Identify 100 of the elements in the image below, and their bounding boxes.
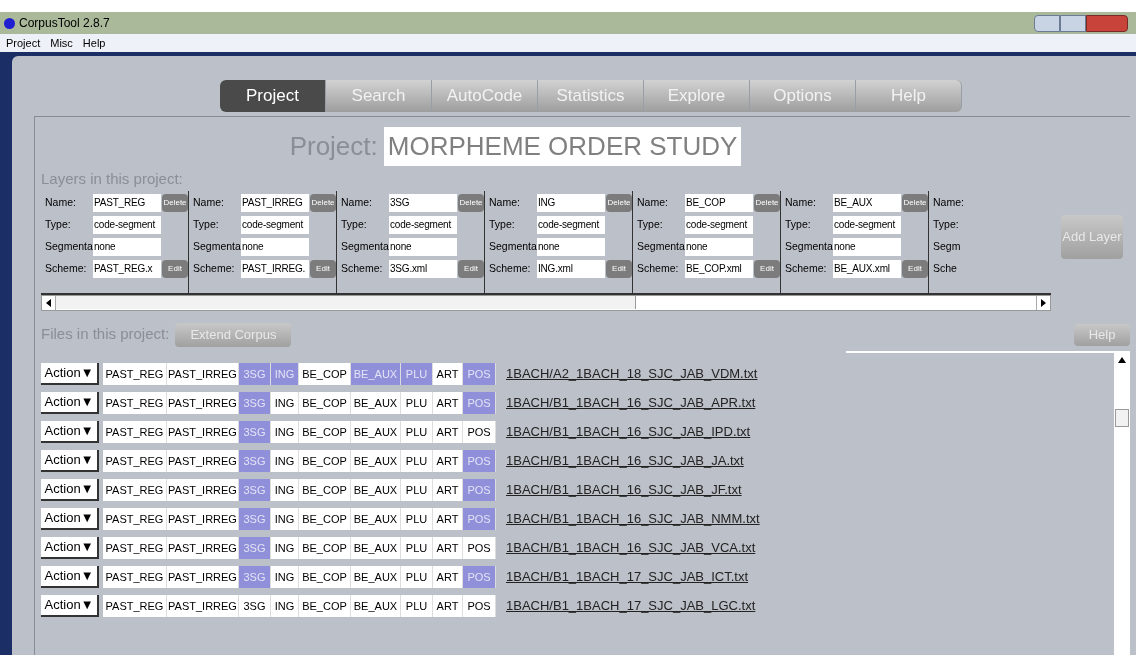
action-dropdown[interactable]: Action▼ — [41, 391, 99, 414]
delete-button[interactable]: Delete — [902, 194, 928, 212]
edit-button[interactable]: Edit — [310, 260, 336, 278]
scroll-thumb[interactable] — [56, 296, 636, 309]
delete-button[interactable]: Delete — [606, 194, 632, 212]
text-field[interactable]: 3SG.xml — [389, 260, 457, 278]
code-tag[interactable]: ART — [433, 507, 463, 530]
text-field[interactable]: PAST_IRREG. — [241, 260, 309, 278]
text-field[interactable]: none — [241, 238, 309, 256]
code-tag[interactable]: BE_AUX — [351, 507, 401, 530]
file-link[interactable]: 1BACH/B1_1BACH_17_SJC_JAB_LGC.txt — [506, 595, 756, 616]
action-dropdown[interactable]: Action▼ — [41, 420, 99, 443]
tab[interactable]: Project — [220, 80, 326, 112]
code-tag[interactable]: BE_COP — [299, 478, 351, 501]
code-tag[interactable]: ART — [433, 536, 463, 559]
code-tag[interactable]: BE_COP — [299, 536, 351, 559]
text-field[interactable]: 3SG — [389, 194, 457, 212]
code-tag[interactable]: PLU — [401, 594, 433, 617]
maximize-button[interactable] — [1060, 14, 1086, 32]
text-field[interactable]: PAST_IRREG — [241, 194, 309, 212]
code-tag[interactable]: PAST_REG — [103, 449, 167, 472]
file-link[interactable]: 1BACH/B1_1BACH_16_SJC_JAB_NMM.txt — [506, 508, 760, 529]
code-tag[interactable]: BE_AUX — [351, 594, 401, 617]
text-field[interactable]: none — [685, 238, 753, 256]
code-tag[interactable]: BE_COP — [299, 420, 351, 443]
text-field[interactable]: BE_COP — [685, 194, 753, 212]
file-link[interactable]: 1BACH/A2_1BACH_18_SJC_JAB_VDM.txt — [506, 363, 758, 384]
code-tag[interactable]: PAST_IRREG — [167, 536, 239, 559]
code-tag[interactable]: PLU — [401, 420, 433, 443]
code-tag[interactable]: BE_AUX — [351, 536, 401, 559]
code-tag[interactable]: ING — [271, 391, 299, 414]
action-dropdown[interactable]: Action▼ — [41, 536, 99, 559]
text-field[interactable]: none — [93, 238, 161, 256]
text-field[interactable]: PAST_REG — [93, 194, 161, 212]
code-tag[interactable]: BE_COP — [299, 594, 351, 617]
action-dropdown[interactable]: Action▼ — [41, 565, 99, 588]
vertical-scrollbar[interactable] — [1114, 352, 1130, 655]
code-tag[interactable]: PAST_REG — [103, 420, 167, 443]
text-field[interactable]: BE_AUX.xml — [833, 260, 901, 278]
text-field[interactable]: code-segment — [537, 216, 605, 234]
edit-button[interactable]: Edit — [458, 260, 484, 278]
minimize-button[interactable] — [1034, 14, 1060, 32]
text-field[interactable]: ING — [537, 194, 605, 212]
file-link[interactable]: 1BACH/B1_1BACH_16_SJC_JAB_JA.txt — [506, 450, 744, 471]
code-tag[interactable]: BE_AUX — [351, 565, 401, 588]
text-field[interactable]: none — [537, 238, 605, 256]
code-tag[interactable]: PAST_IRREG — [167, 507, 239, 530]
code-tag[interactable]: ING — [271, 594, 299, 617]
project-name-field[interactable]: MORPHEME ORDER STUDY — [383, 127, 742, 166]
action-dropdown[interactable]: Action▼ — [41, 449, 99, 472]
file-link[interactable]: 1BACH/B1_1BACH_17_SJC_JAB_ICT.txt — [506, 566, 749, 587]
action-dropdown[interactable]: Action▼ — [41, 478, 99, 501]
text-field[interactable]: PAST_REG.x — [93, 260, 161, 278]
text-field[interactable]: code-segment — [685, 216, 753, 234]
scroll-thumb[interactable] — [1115, 408, 1129, 427]
delete-button[interactable]: Delete — [754, 194, 780, 212]
edit-button[interactable]: Edit — [754, 260, 780, 278]
edit-button[interactable]: Edit — [606, 260, 632, 278]
code-tag[interactable]: PAST_IRREG — [167, 565, 239, 588]
code-tag[interactable]: ING — [271, 420, 299, 443]
code-tag[interactable]: PLU — [401, 565, 433, 588]
text-field[interactable]: code-segment — [93, 216, 161, 234]
menu-item[interactable]: Help — [82, 34, 106, 52]
code-tag[interactable]: POS — [463, 594, 496, 617]
code-tag[interactable]: ING — [271, 536, 299, 559]
code-tag[interactable]: ART — [433, 565, 463, 588]
code-tag[interactable]: ART — [433, 391, 463, 414]
code-tag[interactable]: BE_AUX — [351, 449, 401, 472]
code-tag[interactable]: PAST_REG — [103, 594, 167, 617]
code-tag[interactable]: ART — [433, 478, 463, 501]
code-tag[interactable]: ING — [271, 565, 299, 588]
code-tag[interactable]: ART — [433, 594, 463, 617]
code-tag[interactable]: BE_COP — [299, 565, 351, 588]
code-tag[interactable]: PAST_REG — [103, 478, 167, 501]
code-tag[interactable]: PLU — [401, 536, 433, 559]
code-tag[interactable]: BE_COP — [299, 391, 351, 414]
text-field[interactable]: code-segment — [241, 216, 309, 234]
text-field[interactable]: BE_COP.xml — [685, 260, 753, 278]
code-tag[interactable]: BE_COP — [299, 362, 351, 385]
code-tag[interactable]: PAST_IRREG — [167, 478, 239, 501]
code-tag[interactable]: BE_AUX — [351, 391, 401, 414]
code-tag[interactable]: PAST_REG — [103, 362, 167, 385]
code-tag[interactable]: PAST_IRREG — [167, 362, 239, 385]
code-tag[interactable]: ART — [433, 420, 463, 443]
code-tag[interactable]: POS — [463, 420, 496, 443]
code-tag[interactable]: PAST_REG — [103, 536, 167, 559]
code-tag[interactable]: 3SG — [239, 594, 271, 617]
code-tag[interactable]: ART — [433, 362, 463, 385]
delete-button[interactable]: Delete — [162, 194, 188, 212]
code-tag[interactable]: PAST_REG — [103, 507, 167, 530]
action-dropdown[interactable]: Action▼ — [41, 507, 99, 530]
action-dropdown[interactable]: Action▼ — [41, 594, 99, 617]
code-tag[interactable]: ING — [271, 507, 299, 530]
text-field[interactable]: none — [389, 238, 457, 256]
file-link[interactable]: 1BACH/B1_1BACH_16_SJC_JAB_IPD.txt — [506, 421, 751, 442]
code-tag[interactable]: PLU — [401, 449, 433, 472]
code-tag[interactable]: ART — [433, 449, 463, 472]
code-tag[interactable]: PLU — [401, 391, 433, 414]
code-tag[interactable]: ING — [271, 449, 299, 472]
edit-button[interactable]: Edit — [902, 260, 928, 278]
